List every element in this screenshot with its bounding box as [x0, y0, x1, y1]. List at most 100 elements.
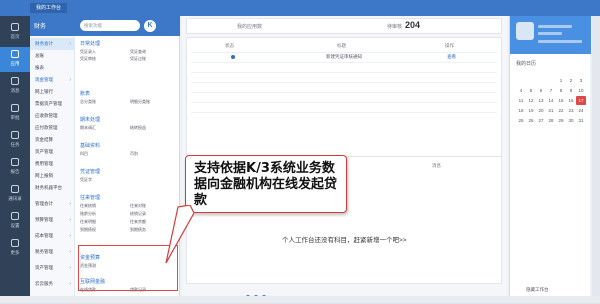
- calendar-day[interactable]: 31: [576, 116, 586, 125]
- tab-workbench[interactable]: 我的工作台: [30, 3, 68, 13]
- menu-item[interactable]: 凭证审核: [80, 56, 96, 62]
- category-item[interactable]: 财务会计 ›: [30, 38, 75, 50]
- menu-item[interactable]: 凭证字: [80, 177, 92, 183]
- avatar[interactable]: [516, 22, 534, 40]
- brand-logo-icon: K: [144, 20, 156, 32]
- menu-item[interactable]: 科目: [80, 151, 88, 157]
- rail-item-more[interactable]: 更多: [0, 236, 30, 261]
- category-item[interactable]: 资产管理: [30, 146, 75, 158]
- menu-header: 财务 搜索功能 K: [30, 16, 180, 36]
- category-item[interactable]: 成本管理 ›: [30, 230, 75, 242]
- row-action-link[interactable]: 查看: [447, 54, 456, 60]
- calendar-day[interactable]: 15: [556, 96, 566, 105]
- calendar-day[interactable]: 26: [526, 116, 536, 125]
- rail-item-approval[interactable]: 审批: [0, 101, 30, 126]
- menu-item[interactable]: 凭证查询: [130, 49, 146, 55]
- menu-item[interactable]: 期末调汇: [80, 125, 96, 131]
- calendar-day[interactable]: 6: [536, 86, 546, 95]
- calendar-day[interactable]: 8: [556, 86, 566, 95]
- menu-item[interactable]: 账龄分析: [80, 211, 96, 217]
- calendar-day[interactable]: 4: [516, 86, 526, 95]
- menu-search-input[interactable]: 搜索功能: [80, 20, 140, 31]
- calendar-day[interactable]: 2: [566, 76, 576, 85]
- calendar-day[interactable]: 16: [566, 96, 576, 105]
- calendar-day[interactable]: 21: [546, 106, 556, 115]
- grid-icon: [11, 50, 19, 58]
- menu-item[interactable]: 往来对账: [130, 203, 146, 209]
- hide-workbench-button[interactable]: 隐藏工作台: [526, 287, 549, 293]
- category-item[interactable]: 网上报销: [30, 170, 75, 182]
- category-item[interactable]: 资产管理 ›: [30, 262, 75, 274]
- rail-item-home[interactable]: 首页: [0, 20, 30, 45]
- group-title: 日常处理: [80, 41, 101, 47]
- rail-item-settings[interactable]: 设置: [0, 209, 30, 234]
- menu-item[interactable]: 明细分类账: [130, 99, 150, 105]
- menu-item[interactable]: 往来核销: [80, 203, 96, 209]
- calendar-day-today[interactable]: 17: [576, 96, 586, 105]
- rail-item-messages[interactable]: 消息: [0, 74, 30, 99]
- table-row[interactable]: 新建凭证审核通知 查看: [191, 52, 497, 61]
- category-item[interactable]: 应付款管理: [30, 122, 75, 134]
- category-item[interactable]: 票据资产管理: [30, 98, 75, 110]
- calendar-day[interactable]: 28: [546, 116, 556, 125]
- table-header: 状态: [225, 43, 234, 48]
- category-item[interactable]: 网上银行: [30, 86, 75, 98]
- category-item[interactable]: 云云服务 ›: [30, 278, 75, 290]
- calendar-day[interactable]: 9: [566, 86, 576, 95]
- calendar-day[interactable]: 22: [556, 106, 566, 115]
- calendar-day[interactable]: 23: [566, 106, 576, 115]
- menu-item[interactable]: 凭证过账: [130, 56, 146, 62]
- more-icon: [11, 239, 19, 247]
- menu-item[interactable]: 往来明细: [80, 219, 96, 225]
- menu-item[interactable]: 到期债权: [80, 227, 96, 233]
- category-item[interactable]: 应收款管理: [30, 110, 75, 122]
- menu-item[interactable]: 凭证录入: [80, 49, 96, 55]
- calendar-day[interactable]: 14: [546, 96, 556, 105]
- calendar-day[interactable]: 3: [576, 76, 586, 85]
- message-tab[interactable]: 消息: [432, 163, 441, 169]
- calendar-day[interactable]: 5: [526, 86, 536, 95]
- calendar-day[interactable]: 18: [516, 106, 526, 115]
- divider: [191, 112, 497, 113]
- category-item[interactable]: 报表: [30, 62, 75, 74]
- callout-annotation: 支持依据K/3系统业务数据向金融机构在线发起贷款: [185, 155, 347, 213]
- summary-label: 我的应用数: [237, 24, 263, 30]
- group-title: 基础资料: [80, 143, 101, 149]
- calendar-day[interactable]: 20: [536, 106, 546, 115]
- category-item[interactable]: 费用管理: [30, 158, 75, 170]
- calendar-day[interactable]: 29: [556, 116, 566, 125]
- calendar-day[interactable]: 11: [516, 96, 526, 105]
- calendar-day[interactable]: 24: [576, 106, 586, 115]
- menu-item[interactable]: 结转损益: [130, 125, 146, 131]
- calendar-day[interactable]: 1: [556, 76, 566, 85]
- group-title: 往来管理: [80, 195, 101, 201]
- calendar-day[interactable]: 30: [566, 116, 576, 125]
- category-item[interactable]: 税务管理 ›: [30, 246, 75, 258]
- calendar-day[interactable]: 19: [526, 106, 536, 115]
- category-item[interactable]: 现金管理 ›: [30, 74, 75, 86]
- rail-item-apps[interactable]: 应用: [0, 47, 30, 72]
- menu-item[interactable]: 核销记录: [130, 211, 146, 217]
- category-item[interactable]: 资金结算: [30, 134, 75, 146]
- menu-item[interactable]: 币别: [130, 151, 138, 157]
- menu-item[interactable]: 到期债务: [130, 227, 146, 233]
- rail-item-contacts[interactable]: 通讯录: [0, 182, 30, 207]
- calendar-day[interactable]: 13: [536, 96, 546, 105]
- scrollbar[interactable]: [592, 16, 600, 296]
- calendar-day[interactable]: 7: [546, 86, 556, 95]
- table-header: 标题: [337, 43, 346, 48]
- status-strip: [0, 296, 600, 303]
- category-item[interactable]: 管理会计 ›: [30, 198, 75, 210]
- category-item[interactable]: 预算管理 ›: [30, 214, 75, 226]
- category-item[interactable]: 财务机器平台: [30, 182, 75, 194]
- calendar-day[interactable]: 25: [516, 116, 526, 125]
- calendar-day[interactable]: 12: [526, 96, 536, 105]
- calendar-day[interactable]: 10: [576, 86, 586, 95]
- menu-item[interactable]: 往来余额: [130, 219, 146, 225]
- category-item[interactable]: 总账: [30, 50, 75, 62]
- empty-state-link[interactable]: 个人工作台还没有科目，赶紧新增一个吧>>: [282, 234, 407, 244]
- calendar-day[interactable]: 27: [536, 116, 546, 125]
- rail-item-reports[interactable]: 报告: [0, 155, 30, 180]
- rail-item-tasks[interactable]: 任务: [0, 128, 30, 153]
- menu-item[interactable]: 总分类账: [80, 99, 96, 105]
